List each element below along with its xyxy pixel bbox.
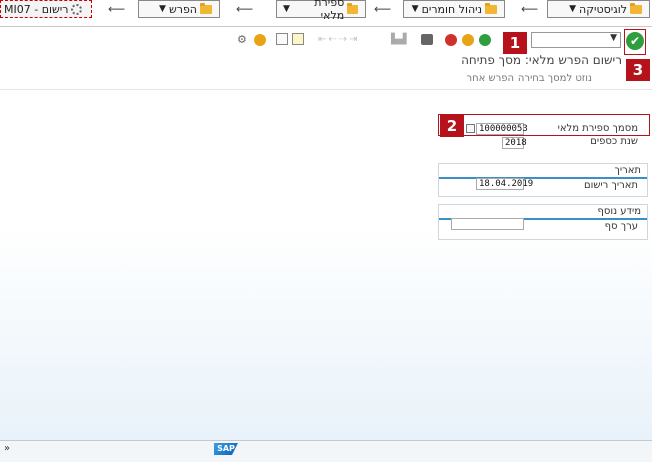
settings-icon[interactable]: ⚙ [237, 33, 249, 46]
transaction-tab[interactable]: MI07 - רישום [0, 0, 92, 18]
breadcrumb-difference[interactable]: הפרש ▼ [138, 0, 220, 18]
chevron-down-icon: ▼ [411, 4, 419, 14]
back-icon[interactable] [479, 34, 491, 46]
breadcrumb-label: ניהול חומרים [421, 2, 482, 16]
posting-date-input[interactable]: 18.04.2019 [476, 178, 533, 190]
breadcrumb-materials-management[interactable]: ניהול חומרים ▼ [403, 0, 505, 18]
threshold-label: ערך סף [604, 221, 638, 232]
breadcrumb-physical-inventory[interactable]: ספירת מלאי ▼ [276, 0, 366, 22]
transaction-label: MI07 - רישום [4, 2, 69, 16]
date-group-title: תאריך [614, 165, 641, 176]
arrow-left-icon: ⟵ [236, 2, 254, 16]
page-title: רישום הפרש מלאי: מסך פתיחה [461, 53, 622, 67]
print-icon[interactable] [421, 34, 433, 45]
help-icon[interactable] [254, 34, 266, 46]
folder-icon [347, 2, 358, 14]
breadcrumb-logistics[interactable]: לוגיסטיקה ▼ [547, 0, 650, 18]
shortcut-icon[interactable] [292, 33, 304, 45]
expand-status-icon[interactable]: » [4, 443, 10, 454]
gear-icon [71, 3, 83, 15]
arrow-left-icon: ⟵ [108, 2, 126, 16]
breadcrumb-label: הפרש [168, 2, 197, 16]
additional-info-title: מידע נוסף [597, 206, 641, 217]
other-difference-button[interactable]: הפרש אחר [466, 73, 514, 84]
breadcrumb-label: ספירת מלאי [314, 0, 345, 22]
command-field[interactable]: ▼ [531, 32, 621, 48]
arrow-left-icon: ⟵ [521, 2, 539, 16]
folder-icon [200, 2, 212, 14]
callout-highlight-box [438, 114, 650, 136]
status-bar [0, 440, 652, 462]
callout-badge-2: 2 [440, 115, 464, 137]
cancel-icon[interactable] [445, 34, 457, 46]
breadcrumb-label: לוגיסטיקה [579, 2, 627, 16]
chevron-down-icon: ▼ [159, 4, 166, 14]
breadcrumb: לוגיסטיקה ▼ ⟵ ניהול חומרים ▼ ⟵ ספירת מלא… [0, 0, 652, 26]
fiscal-year-label: שנת כספים [590, 136, 638, 147]
find-icon[interactable]: ▙▟ [391, 34, 413, 45]
chevron-down-icon: ▼ [610, 33, 617, 43]
callout-badge-1: 1 [503, 32, 527, 54]
folder-icon [485, 2, 497, 14]
callout-highlight-box [624, 29, 646, 55]
page-navigation-icons[interactable]: ⇤⇠⇢⇥ [318, 34, 380, 45]
arrow-left-icon: ⟵ [374, 2, 392, 16]
fiscal-year-input[interactable]: 2018 [502, 137, 527, 149]
exit-icon[interactable] [462, 34, 474, 46]
chevron-down-icon: ▼ [569, 4, 577, 14]
new-session-icon[interactable] [276, 33, 288, 45]
group-divider [439, 177, 647, 179]
selection-screen-note-button[interactable]: נוזט למסך בחירה [518, 73, 592, 84]
chevron-down-icon: ▼ [283, 4, 290, 14]
folder-icon [630, 2, 642, 14]
threshold-input[interactable] [451, 218, 524, 230]
callout-badge-3: 3 [626, 59, 650, 81]
main-frame [0, 26, 652, 462]
posting-date-label: תאריך רישום [583, 180, 638, 191]
